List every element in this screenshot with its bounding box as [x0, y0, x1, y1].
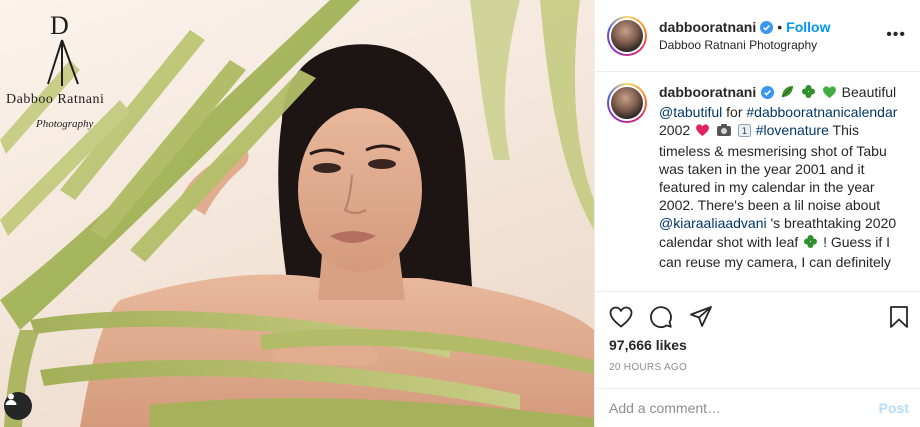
post-header: dabbooratnani • Follow Dabboo Ratnani Ph…: [595, 0, 920, 72]
mention-kiaraaliaadvani[interactable]: @kiaraaliaadvani: [659, 215, 767, 231]
watermark-name: Dabboo Ratnani: [6, 92, 104, 108]
save-button[interactable]: [885, 303, 913, 331]
comment-button[interactable]: [647, 303, 675, 331]
share-button[interactable]: [687, 303, 715, 331]
caption-text-1: Beautiful: [838, 84, 896, 100]
caption-section: dabbooratnani Beautiful @tabutiful for #…: [595, 73, 920, 291]
likes-count[interactable]: 97,666 likes: [609, 337, 687, 353]
share-icon: [689, 305, 713, 329]
caption-text-3: 2002: [659, 122, 694, 138]
author-subtitle[interactable]: Dabboo Ratnani Photography: [659, 38, 830, 52]
mention-tabutiful[interactable]: @tabutiful: [659, 104, 722, 120]
clover-emoji-icon: [803, 234, 818, 253]
separator-dot: •: [777, 19, 782, 35]
user-tag-button[interactable]: [4, 392, 32, 420]
svg-text:1: 1: [741, 127, 747, 137]
hashtag-calendar[interactable]: #dabbooratnanicalendar: [746, 104, 897, 120]
camera-emoji-icon: [716, 123, 732, 141]
post-timestamp[interactable]: 20 HOURS AGO: [609, 362, 687, 373]
clover-emoji-icon: [801, 84, 816, 103]
post-photo[interactable]: D Dabboo Ratnani Photography: [0, 0, 594, 427]
leaf-emoji-icon: [780, 84, 795, 103]
like-button[interactable]: [607, 303, 635, 331]
more-options-icon[interactable]: •••: [886, 26, 906, 44]
action-bar: [595, 291, 920, 341]
camera-tripod-logo-icon: D: [0, 0, 130, 100]
hashtag-lovenature[interactable]: #lovenature: [756, 122, 829, 138]
caption-text: dabbooratnani Beautiful @tabutiful for #…: [659, 83, 909, 291]
watermark-subtitle: Photography: [36, 118, 93, 130]
comment-bar: Post: [595, 388, 920, 427]
bookmark-icon: [888, 305, 910, 329]
caption-text-2: for: [722, 104, 746, 120]
author-username[interactable]: dabbooratnani: [659, 19, 756, 35]
green-heart-emoji-icon: [822, 85, 837, 103]
red-heart-emoji-icon: [695, 123, 710, 141]
post-side-panel: dabbooratnani • Follow Dabboo Ratnani Ph…: [594, 0, 920, 427]
watermark-logo: D Dabboo Ratnani Photography: [0, 0, 130, 140]
comment-input[interactable]: [609, 400, 879, 416]
keycap-one-emoji-icon: 1: [738, 123, 751, 141]
author-avatar[interactable]: [607, 16, 647, 56]
user-tag-icon: [4, 392, 18, 406]
svg-text:D: D: [50, 11, 69, 40]
caption-avatar[interactable]: [607, 83, 647, 123]
caption-username[interactable]: dabbooratnani: [659, 84, 756, 100]
post-comment-button[interactable]: Post: [879, 400, 909, 416]
heart-icon: [609, 306, 633, 328]
comment-icon: [649, 305, 673, 329]
verified-badge-icon: [761, 85, 774, 103]
verified-badge-icon: [760, 21, 773, 34]
follow-button[interactable]: Follow: [786, 19, 830, 35]
